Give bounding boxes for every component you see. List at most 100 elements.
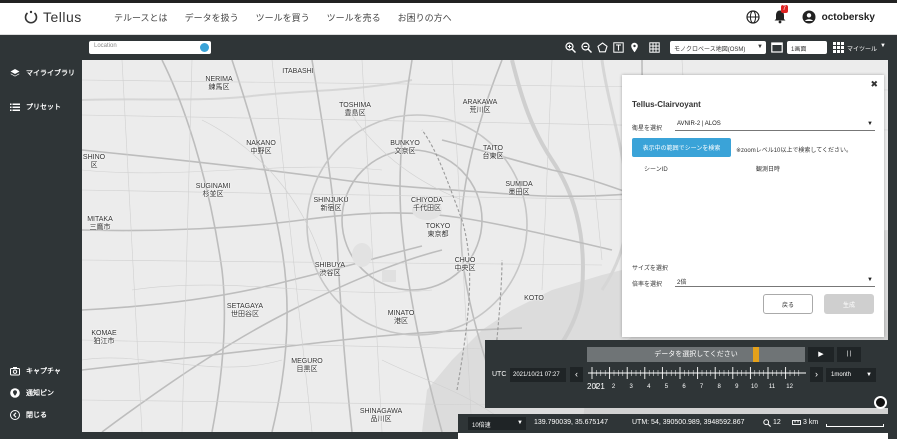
map-label-komae: KOMAE 狛江市 — [91, 330, 117, 345]
timeline-year: 2021 — [587, 382, 605, 391]
sidebar-item-notify-pin[interactable]: 通知ピン — [10, 388, 54, 398]
polygon-icon[interactable] — [596, 41, 609, 54]
map-tool-icons — [564, 41, 661, 54]
sidebar: マイライブラリ プリセット キャプチャ 通知ピン 閉じる — [0, 35, 82, 439]
ruler-icon — [792, 419, 801, 428]
basemap-select[interactable]: モノクロベース地図(OSM) ▼ — [670, 41, 766, 54]
bottom-edge — [82, 432, 458, 439]
sidebar-item-presets[interactable]: プリセット — [10, 102, 61, 112]
map-label-shinjuku: SHINJUKU 新宿区 — [313, 197, 349, 212]
scale-readout: 3 km — [803, 419, 819, 426]
location-search-input[interactable]: Location — [89, 41, 211, 54]
scale-select[interactable]: 2倍 ▼ — [675, 277, 875, 287]
map-label-taito: TAITO 台東区 — [482, 145, 504, 160]
range-select[interactable]: 1month ▼ — [826, 368, 876, 382]
layers-icon — [10, 69, 20, 77]
satellite-label: 衛星を選択 — [632, 126, 663, 132]
timeline-month-label: 3 — [630, 384, 634, 390]
sidebar-item-label: キャプチャ — [26, 368, 61, 375]
status-bar: 10倍速 ▼ 139.790039, 35.675147 UTM: 54, 39… — [458, 414, 888, 433]
main-nav: テルースとは データを扱う ツールを買う ツールを売る お困りの方へ — [114, 11, 452, 24]
notification-button[interactable]: 7 — [773, 5, 789, 25]
header-actions: 7 octobersky — [746, 5, 875, 25]
map-label-koto: KOTO — [524, 295, 544, 302]
nav-help[interactable]: お困りの方へ — [398, 11, 452, 24]
text-icon[interactable] — [612, 41, 625, 54]
zoom-out-icon[interactable] — [580, 41, 593, 54]
tellus-logo[interactable]: Tellus — [24, 9, 114, 25]
map-label-nerima: NERIMA 練馬区 — [205, 76, 233, 91]
timeline-month-label: 12 — [786, 384, 793, 390]
timeline-prev-button[interactable]: ‹ — [570, 367, 583, 382]
map-toolbar: Location モノクロベース地図(OSM) ▼ 1画面 マイツール ▼ — [82, 35, 897, 60]
magnifier-icon — [763, 419, 771, 429]
username: octobersky — [821, 11, 875, 23]
pause-button[interactable]: | | — [837, 347, 861, 362]
map-label-sumida: SUMIDA 墨田区 — [505, 181, 533, 196]
my-tools-button[interactable]: マイツール — [847, 44, 877, 53]
timeline-month-label: 2 — [612, 384, 616, 390]
sidebar-item-label: 通知ピン — [26, 390, 54, 397]
chevron-left-icon — [10, 410, 20, 420]
search-icon[interactable] — [200, 43, 209, 52]
timeline-current-marker[interactable] — [753, 347, 759, 362]
map-label-tokyo: TOKYO 東京都 — [425, 223, 451, 238]
grid-icon[interactable] — [648, 41, 661, 54]
chevron-down-icon: ▼ — [867, 121, 873, 127]
scale-label: 倍率を選択 — [632, 282, 663, 288]
sidebar-item-label: マイライブラリ — [26, 70, 75, 77]
screen-layout-icon[interactable] — [771, 42, 783, 56]
basemap-value: モノクロベース地図(OSM) — [674, 47, 746, 53]
apps-icon[interactable] — [833, 42, 844, 56]
lonlat-readout: 139.790039, 35.675147 — [534, 419, 608, 426]
timeline-month-label: 10 — [751, 384, 758, 390]
timeline-month-label: 9 — [735, 384, 739, 390]
nav-about[interactable]: テルースとは — [114, 11, 168, 24]
location-search-placeholder: Location — [94, 43, 117, 49]
nav-buy-tools[interactable]: ツールを買う — [256, 11, 310, 24]
timeline-scale[interactable]: 1 2 3 4 5 6 7 8 9 10 11 12 — [588, 365, 806, 391]
sidebar-item-label: 閉じる — [26, 412, 47, 419]
map-label-chuo: CHUO 中央区 — [454, 257, 476, 272]
map-label-minato: MINATO 港区 — [387, 310, 415, 325]
play-button[interactable]: ▶ — [808, 347, 834, 362]
screen-count-select[interactable]: 1画面 — [787, 41, 827, 54]
timeline-next-button[interactable]: › — [810, 367, 823, 382]
timeline-data-bar[interactable]: データを選択してください — [587, 347, 805, 362]
scale-bar — [826, 424, 884, 427]
satellite-select[interactable]: AVNIR-2 | ALOS ▼ — [675, 121, 875, 131]
notification-badge: 7 — [780, 5, 788, 13]
chevron-down-icon[interactable]: ▼ — [880, 43, 886, 49]
clairvoyant-panel: ✖ Tellus-Clairvoyant 衛星を選択 AVNIR-2 | ALO… — [622, 75, 884, 337]
chevron-down-icon: ▼ — [866, 372, 872, 378]
close-icon[interactable]: ✖ — [870, 79, 878, 90]
map-label-shino: SHINO 区 — [82, 154, 106, 169]
timeline-month-label: 5 — [665, 384, 669, 390]
satellite-value: AVNIR-2 | ALOS — [677, 121, 721, 127]
map-label-bunkyo: BUNKYO 文京区 — [390, 140, 420, 155]
back-button[interactable]: 戻る — [763, 294, 813, 314]
user-menu[interactable]: octobersky — [802, 10, 875, 24]
sidebar-item-my-library[interactable]: マイライブラリ — [10, 68, 75, 78]
globe-icon[interactable] — [746, 10, 760, 24]
nav-sell-tools[interactable]: ツールを売る — [327, 11, 381, 24]
scene-search-button[interactable]: 表示中の範囲でシーンを検索 — [632, 138, 731, 157]
playback-speed-select[interactable]: 10倍速 ▼ — [468, 417, 526, 430]
scale-value: 2倍 — [677, 280, 687, 286]
chevron-down-icon: ▼ — [757, 44, 763, 50]
timeline-month-label: 8 — [718, 384, 722, 390]
compass-icon[interactable] — [874, 396, 887, 409]
playback-speed-value: 10倍速 — [472, 423, 491, 429]
panel-title: Tellus-Clairvoyant — [632, 100, 701, 109]
col-header-date: 観測日時 — [756, 167, 781, 173]
nav-data[interactable]: データを扱う — [185, 11, 239, 24]
marker-icon[interactable] — [628, 41, 641, 54]
datetime-field[interactable]: 2021/10/21 07:27 — [510, 368, 566, 382]
generate-button[interactable]: 生成 — [824, 294, 874, 314]
map-label-meguro: MEGURO 目黒区 — [291, 358, 323, 373]
timeline-month-label: 7 — [700, 384, 704, 390]
list-icon — [10, 103, 20, 111]
sidebar-item-close[interactable]: 閉じる — [10, 410, 47, 420]
sidebar-item-capture[interactable]: キャプチャ — [10, 366, 61, 376]
zoom-in-icon[interactable] — [564, 41, 577, 54]
